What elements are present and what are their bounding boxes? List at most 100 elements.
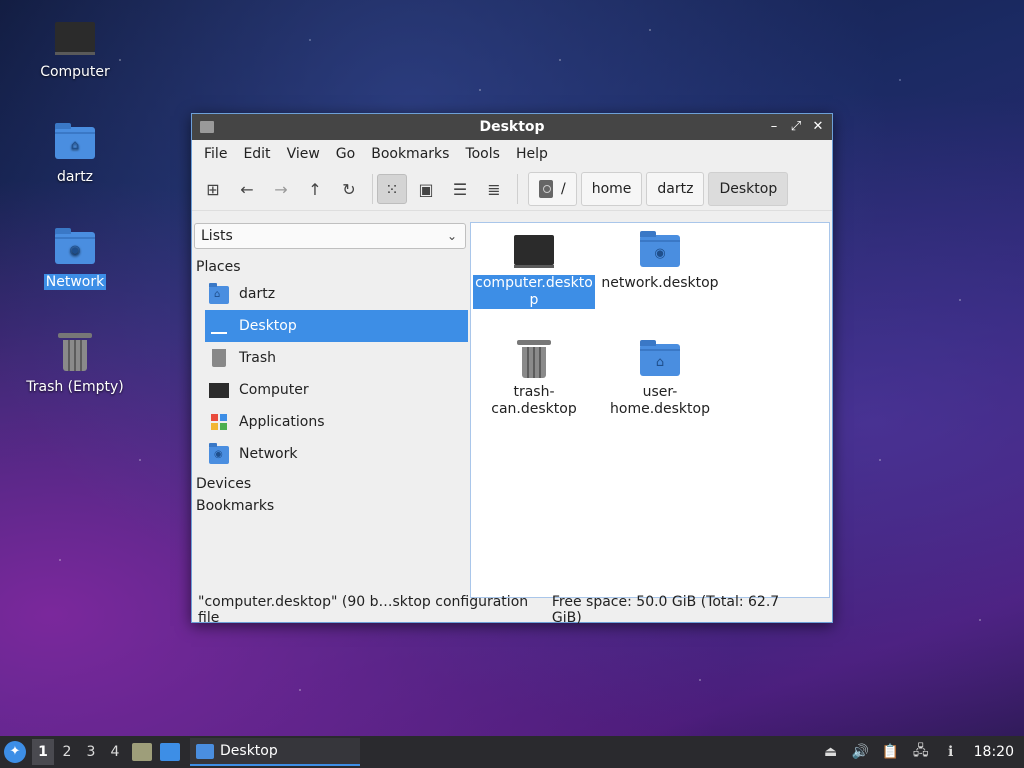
home-folder-icon: ⌂ [209,283,229,304]
menu-go[interactable]: Go [328,142,363,166]
sidebar-item-trash[interactable]: Trash [205,342,468,374]
home-folder-icon: ⌂ [638,338,682,382]
sidebar-item-label: dartz [239,286,276,302]
network-folder-icon: ◉ [53,226,97,270]
file-manager-launcher-icon[interactable] [132,743,152,761]
status-free-space: Free space: 50.0 GiB (Total: 62.7 GiB) [551,594,780,626]
desktop-icon-label: Computer [40,64,110,80]
sidebar-item-label: Desktop [239,318,297,334]
desktop-icon [211,318,227,334]
workspace-3[interactable]: 3 [80,739,102,765]
thumbnail-view-icon[interactable]: ▣ [411,174,441,204]
up-icon[interactable]: ↑ [300,174,330,204]
file-item-label: user- home.desktop [610,384,710,417]
toolbar-separator [517,174,518,204]
breadcrumb: / home dartz Desktop [528,172,792,206]
volume-icon[interactable]: 🔊 [851,742,871,762]
file-item-trash-can-desktop[interactable]: trash- can.desktop [473,338,595,418]
drive-icon [539,180,553,198]
desktop-icon-label: dartz [56,169,94,185]
minimize-button[interactable]: – [766,119,782,135]
sidebar-item-label: Computer [239,382,309,398]
desktop-icon-dartz[interactable]: ⌂ dartz [10,121,140,185]
reload-icon[interactable]: ↻ [334,174,364,204]
file-item-label: network.desktop [601,275,719,291]
breadcrumb-home[interactable]: home [580,172,643,206]
detailed-list-icon[interactable]: ≣ [479,174,509,204]
computer-icon [53,16,97,60]
desktop-icon-trash[interactable]: Trash (Empty) [10,331,140,395]
trash-icon [512,338,556,382]
trash-icon [53,331,97,375]
file-item-network-desktop[interactable]: ◉ network.desktop [599,229,721,292]
side-panel-mode-value: Lists [201,228,233,244]
bookmarks-header[interactable]: Bookmarks [193,492,468,514]
icon-view-icon[interactable]: ⁙ [377,174,407,204]
chevron-down-icon: ⌄ [446,229,457,243]
task-button-label: Desktop [220,743,278,759]
applications-icon [211,414,227,430]
clock[interactable]: 18:20 [974,744,1014,760]
computer-icon [512,229,556,273]
network-icon[interactable]: 🖧 [911,742,931,762]
desktop-icon-network[interactable]: ◉ Network [10,226,140,290]
desktop-icon-label: Network [43,274,107,290]
menu-edit[interactable]: Edit [235,142,278,166]
status-selection-info: "computer.desktop" (90 b…sktop configura… [198,594,529,626]
sidebar-item-dartz[interactable]: ⌂ dartz [205,278,468,310]
clipboard-icon[interactable]: 📋 [881,742,901,762]
forward-icon[interactable]: → [266,174,296,204]
toolbar-separator [372,174,373,204]
start-menu-icon[interactable]: ✦ [4,741,26,763]
menu-tools[interactable]: Tools [457,142,508,166]
menu-view[interactable]: View [279,142,328,166]
workspace-1[interactable]: 1 [32,739,54,765]
sidebar-item-applications[interactable]: Applications [205,406,468,438]
eject-icon[interactable]: ⏏ [821,742,841,762]
menu-file[interactable]: File [196,142,235,166]
sidebar-item-label: Applications [239,414,325,430]
breadcrumb-label: / [561,181,566,197]
file-view[interactable]: computer.deskto p ◉ network.desktop tras… [470,222,830,598]
sidebar-item-desktop[interactable]: Desktop [205,310,468,342]
system-tray: ⏏ 🔊 📋 🖧 ℹ 18:20 [816,742,1024,762]
maximize-button[interactable]: ⤢ [788,119,804,135]
file-item-user-home-desktop[interactable]: ⌂ user- home.desktop [599,338,721,418]
show-desktop-icon[interactable] [160,743,180,761]
folder-icon [196,743,214,759]
menu-bar: File Edit View Go Bookmarks Tools Help [192,140,832,168]
desktop-icon-label: Trash (Empty) [26,379,124,395]
status-bar: "computer.desktop" (90 b…sktop configura… [192,594,832,626]
file-manager-window: Desktop – ⤢ ✕ File Edit View Go Bookmark… [191,113,833,626]
sidebar-item-label: Network [239,446,298,462]
update-notifier-icon[interactable]: ℹ [941,742,961,762]
menu-bookmarks[interactable]: Bookmarks [363,142,457,166]
network-folder-icon: ◉ [638,229,682,273]
computer-icon [209,382,229,398]
workspace-2[interactable]: 2 [56,739,78,765]
menu-help[interactable]: Help [508,142,556,166]
file-item-label: trash- can.desktop [491,384,577,417]
home-folder-icon: ⌂ [53,121,97,165]
close-button[interactable]: ✕ [810,119,826,135]
file-item-computer-desktop[interactable]: computer.deskto p [473,229,595,309]
breadcrumb-desktop[interactable]: Desktop [708,172,789,206]
window-title: Desktop [479,119,545,135]
compact-view-icon[interactable]: ☰ [445,174,475,204]
workspace-4[interactable]: 4 [104,739,126,765]
desktop-icon-computer[interactable]: Computer [10,16,140,80]
sidebar-item-network[interactable]: ◉ Network [205,438,468,470]
new-tab-icon[interactable]: ⊞ [198,174,228,204]
back-icon[interactable]: ← [232,174,262,204]
breadcrumb-root[interactable]: / [528,172,577,206]
devices-header[interactable]: Devices [193,470,468,492]
sidebar-item-label: Trash [239,350,276,366]
breadcrumb-dartz[interactable]: dartz [646,172,705,206]
title-bar[interactable]: Desktop – ⤢ ✕ [192,114,832,140]
file-item-label: computer.deskto p [473,275,595,309]
sidebar-item-computer[interactable]: Computer [205,374,468,406]
toolbar: ⊞ ← → ↑ ↻ ⁙ ▣ ☰ ≣ / home dartz Desktop [192,168,832,211]
side-panel-mode-select[interactable]: Lists ⌄ [194,223,466,249]
task-button-desktop[interactable]: Desktop [190,738,360,766]
places-header[interactable]: Places [193,249,468,275]
